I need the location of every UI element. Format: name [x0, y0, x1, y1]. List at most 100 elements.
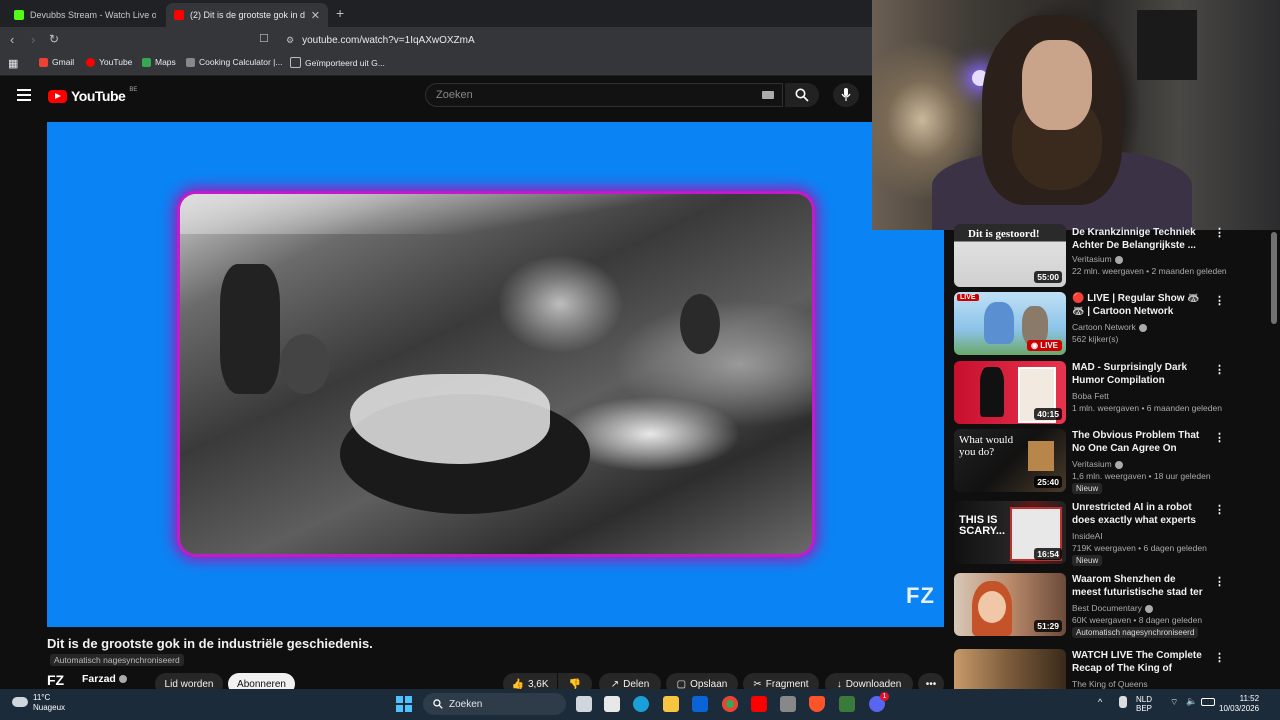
- bookmark-youtube[interactable]: YouTube: [86, 57, 132, 67]
- video-title: The Obvious Problem That No One Can Agre…: [1072, 430, 1200, 454]
- taskbar-search[interactable]: Zoeken: [423, 693, 566, 715]
- close-tab-icon[interactable]: ✕: [311, 9, 320, 22]
- discord-icon[interactable]: 1: [869, 692, 889, 712]
- temperature: 11°C: [33, 693, 51, 702]
- channel-name[interactable]: Farzad: [82, 673, 127, 685]
- browser-tab-youtube[interactable]: (2) Dit is de grootste gok in d ✕: [166, 3, 328, 27]
- channel-name[interactable]: InsideAI: [1072, 531, 1103, 541]
- forward-icon[interactable]: ›: [31, 32, 35, 47]
- channel-name[interactable]: The King of Queens: [1072, 679, 1148, 689]
- channel-name[interactable]: Veritasium: [1072, 459, 1123, 469]
- more-options-icon[interactable]: ⋮: [1214, 575, 1225, 588]
- outlook-icon[interactable]: [692, 696, 708, 712]
- recommendation-item[interactable]: 51:29 Waarom Shenzhen de meest futuristi…: [954, 573, 1274, 639]
- bookmark-cooking-calculator[interactable]: Cooking Calculator |...: [186, 57, 282, 67]
- battery-icon[interactable]: [1201, 698, 1215, 706]
- search-button[interactable]: [785, 83, 819, 107]
- clip-label: Fragment: [765, 678, 809, 690]
- video-thumbnail[interactable]: 40:15: [954, 361, 1066, 424]
- bookmark-page-icon[interactable]: ☐: [259, 32, 269, 45]
- wifi-icon[interactable]: ⌔: [1170, 698, 1178, 707]
- channel-name[interactable]: Veritasium: [1072, 254, 1123, 264]
- share-icon: ↗: [610, 678, 620, 690]
- download-label: Downloaden: [845, 678, 902, 690]
- thumbs-down-icon: 👎: [568, 678, 582, 690]
- recommendations-scrollbar[interactable]: [1271, 232, 1277, 324]
- video-duration: 51:29: [1034, 620, 1062, 632]
- new-badge: Nieuw: [1072, 555, 1103, 566]
- brave-browser-icon[interactable]: [809, 696, 825, 712]
- more-options-icon[interactable]: ⋮: [1214, 226, 1225, 239]
- channel-name[interactable]: Cartoon Network: [1072, 322, 1147, 332]
- recommendation-item[interactable]: What would you do? 25:40 The Obvious Pro…: [954, 429, 1274, 495]
- video-meta: 1,6 mln. weergaven • 18 uur geleden: [1072, 471, 1211, 481]
- file-explorer-icon[interactable]: [663, 696, 679, 712]
- volume-icon[interactable]: 🔈: [1186, 697, 1197, 706]
- bookmark-maps[interactable]: Maps: [142, 57, 176, 67]
- bookmark-gmail[interactable]: Gmail: [39, 57, 74, 67]
- youtube-app-icon[interactable]: [751, 696, 767, 712]
- more-options-icon[interactable]: ⋮: [1214, 431, 1225, 444]
- video-thumbnail[interactable]: THIS IS SCARY... 16:54: [954, 501, 1066, 564]
- youtube-logo[interactable]: YouTube BE: [48, 87, 137, 104]
- windows-start-icon[interactable]: [396, 696, 412, 712]
- video-thumbnail[interactable]: Dit is gestoord! 55:00: [954, 224, 1066, 287]
- chevron-up-icon[interactable]: ^: [1098, 698, 1102, 707]
- thumbnail-text: Dit is gestoord!: [968, 228, 1040, 240]
- live-corner-badge: LIVE: [957, 294, 979, 301]
- recommendation-item[interactable]: Dit is gestoord! 55:00 De Krankzinnige T…: [954, 224, 1274, 290]
- more-options-icon[interactable]: ⋮: [1214, 503, 1225, 516]
- verified-icon: [1114, 460, 1123, 469]
- back-icon[interactable]: ‹: [10, 32, 14, 47]
- microphone-icon: [841, 88, 851, 101]
- edge-icon[interactable]: [633, 696, 649, 712]
- search-icon: [795, 88, 809, 102]
- apps-icon[interactable]: ▦: [8, 57, 18, 70]
- youtube-favicon-icon: [174, 10, 184, 20]
- keyboard-layout: BEP: [1136, 704, 1153, 713]
- video-thumbnail[interactable]: [954, 649, 1066, 689]
- video-title: Unrestricted AI in a robot does exactly …: [1072, 502, 1196, 526]
- channel-name[interactable]: Best Documentary: [1072, 603, 1153, 613]
- video-thumbnail[interactable]: 51:29: [954, 573, 1066, 636]
- recommendation-item[interactable]: LIVE ◉ LIVE 🔴 LIVE | Regular Show 🦝 🦝 | …: [954, 292, 1274, 358]
- bookmark-folder-imported[interactable]: Geïmporteerd uit G...: [290, 57, 385, 68]
- system-clock[interactable]: 11:52 10/03/2026: [1219, 694, 1259, 714]
- video-thumbnail[interactable]: What would you do? 25:40: [954, 429, 1066, 492]
- video-duration: 40:15: [1034, 408, 1062, 420]
- recommendation-item[interactable]: WATCH LIVE The Complete Recap of The Kin…: [954, 649, 1274, 689]
- recommendation-item[interactable]: 40:15 MAD - Surprisingly Dark Humor Comp…: [954, 361, 1274, 427]
- video-thumbnail[interactable]: LIVE ◉ LIVE: [954, 292, 1066, 355]
- reload-icon[interactable]: ↻: [49, 32, 59, 46]
- menu-icon[interactable]: [17, 89, 31, 101]
- new-tab-icon[interactable]: +: [336, 5, 344, 21]
- cloud-icon[interactable]: [12, 697, 28, 707]
- channel-name-text: Best Documentary: [1072, 603, 1142, 613]
- app-icon[interactable]: [839, 696, 855, 712]
- more-options-icon[interactable]: ⋮: [1214, 363, 1225, 376]
- address-bar[interactable]: ⚙ youtube.com/watch?v=1IqAXwOXZmA: [270, 31, 870, 50]
- site-info-icon[interactable]: ⚙: [286, 35, 294, 46]
- share-label: Delen: [623, 678, 650, 690]
- language-indicator[interactable]: NLD BEP: [1136, 695, 1152, 713]
- weather-widget[interactable]: 11°C Nuageux: [33, 693, 65, 713]
- microphone-tray-icon[interactable]: [1119, 696, 1127, 708]
- channel-name[interactable]: Boba Fett: [1072, 391, 1109, 401]
- browser-tab-devubbs[interactable]: Devubbs Stream - Watch Live on: [6, 3, 164, 27]
- recommendation-item[interactable]: THIS IS SCARY... 16:54 Unrestricted AI i…: [954, 501, 1274, 567]
- live-badge: ◉ LIVE: [1027, 340, 1062, 351]
- more-options-icon[interactable]: ⋮: [1214, 294, 1225, 307]
- chrome-icon[interactable]: [722, 696, 738, 712]
- calculator-icon[interactable]: [780, 696, 796, 712]
- keyboard-icon[interactable]: [762, 91, 774, 99]
- store-icon[interactable]: [604, 696, 620, 712]
- task-view-icon[interactable]: [576, 696, 592, 712]
- thumbnail-text: What would you do?: [959, 434, 1014, 458]
- video-title: De Krankzinnige Techniek Achter De Belan…: [1072, 227, 1196, 251]
- channel-watermark[interactable]: FZ: [906, 583, 935, 609]
- voice-search-button[interactable]: [833, 83, 859, 107]
- search-input[interactable]: Zoeken: [425, 83, 783, 107]
- more-options-icon[interactable]: ⋮: [1214, 651, 1225, 664]
- bookmark-label: Gmail: [52, 57, 75, 67]
- cooking-icon: [186, 57, 195, 67]
